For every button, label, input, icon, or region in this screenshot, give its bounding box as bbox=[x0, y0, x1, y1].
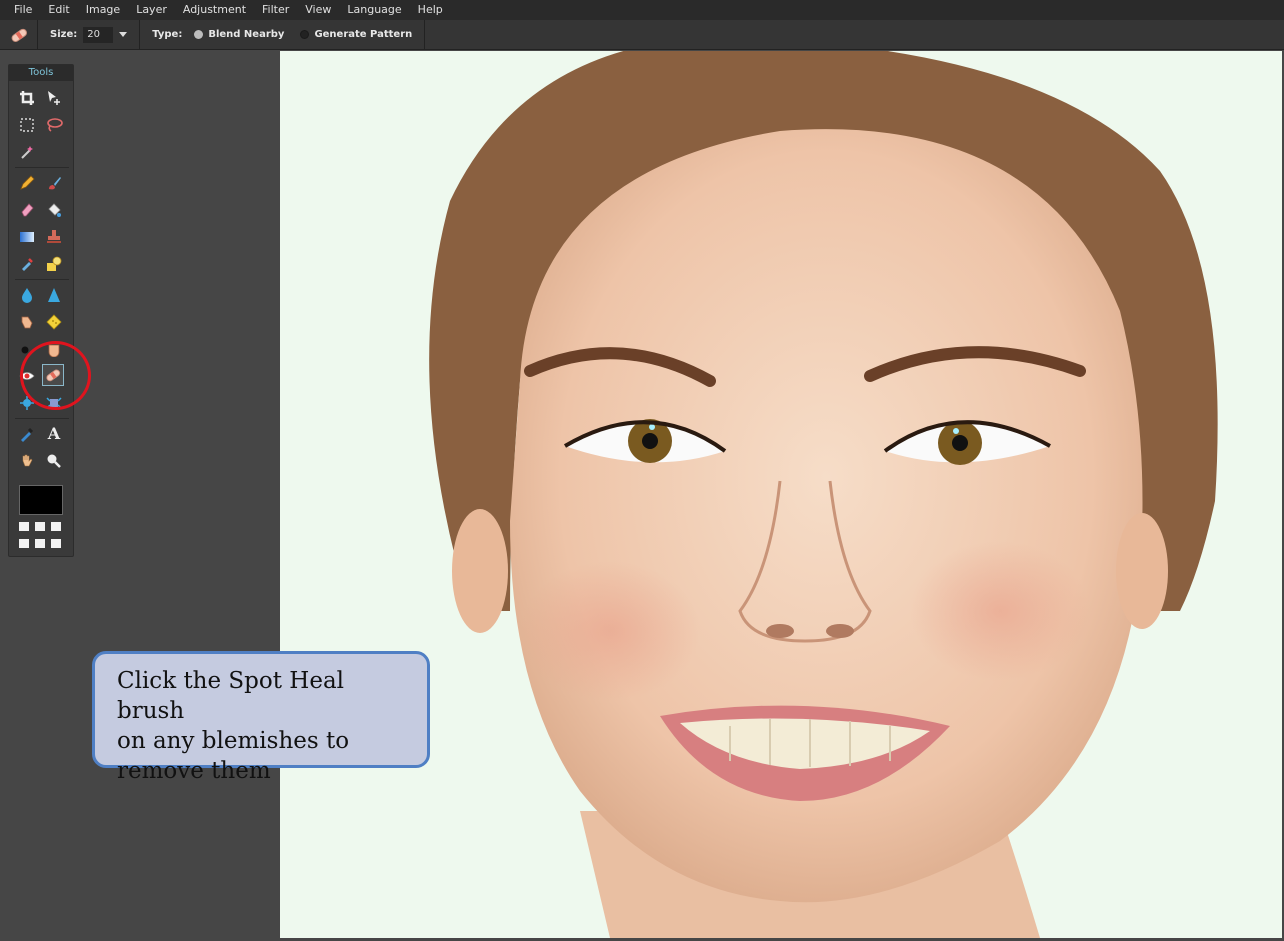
size-control: Size: bbox=[38, 19, 141, 50]
drawing-tool[interactable] bbox=[43, 253, 65, 275]
lasso-icon bbox=[47, 118, 63, 132]
paint-bucket-tool[interactable] bbox=[43, 199, 65, 221]
color-replace-icon bbox=[22, 258, 33, 271]
smudge-tool[interactable] bbox=[16, 311, 38, 333]
text-tool[interactable]: A bbox=[43, 423, 65, 445]
pencil-tool[interactable] bbox=[16, 172, 38, 194]
magic-wand-tool[interactable] bbox=[16, 141, 38, 163]
crop-tool[interactable] bbox=[16, 87, 38, 109]
sponge-tool[interactable] bbox=[43, 311, 65, 333]
pencil-icon bbox=[20, 175, 35, 190]
menu-file[interactable]: File bbox=[6, 0, 40, 20]
crop-icon bbox=[20, 91, 34, 105]
tools-panel-title: Tools bbox=[9, 65, 73, 81]
size-input[interactable] bbox=[83, 26, 114, 43]
size-label: Size: bbox=[50, 29, 78, 40]
foreground-color-swatch[interactable] bbox=[19, 485, 63, 515]
type-label: Type: bbox=[152, 29, 183, 40]
menu-bar: File Edit Image Layer Adjustment Filter … bbox=[0, 0, 1284, 20]
color-picker-tool[interactable] bbox=[16, 423, 38, 445]
blend-nearby-radio[interactable] bbox=[194, 30, 204, 39]
eraser-tool[interactable] bbox=[16, 199, 38, 221]
brush-tool[interactable] bbox=[43, 172, 65, 194]
menu-edit[interactable]: Edit bbox=[40, 0, 77, 20]
color-replace-tool[interactable] bbox=[16, 253, 38, 275]
type-control: Type: Blend Nearby Generate Pattern bbox=[140, 19, 426, 50]
layout-grid-icon[interactable] bbox=[19, 522, 65, 550]
sharpen-tool[interactable] bbox=[43, 284, 65, 306]
brush-icon bbox=[49, 177, 61, 190]
text-a-icon: A bbox=[47, 424, 61, 443]
zoom-tool[interactable] bbox=[43, 450, 65, 472]
menu-adjustment[interactable]: Adjustment bbox=[175, 0, 254, 20]
eyedropper-icon bbox=[21, 427, 34, 442]
menu-view[interactable]: View bbox=[297, 0, 339, 20]
current-tool-icon bbox=[0, 19, 38, 50]
hand-icon bbox=[22, 454, 33, 467]
tool-options-bar: Size: Type: Blend Nearby Generate Patter… bbox=[0, 19, 1284, 50]
portrait-photo bbox=[429, 51, 1218, 938]
magnifier-icon bbox=[47, 454, 61, 468]
callout-line-1: Click the Spot Heal brush bbox=[117, 668, 345, 724]
clone-stamp-icon bbox=[47, 230, 61, 243]
move-tool[interactable] bbox=[43, 87, 65, 109]
callout-line-2: on any blemishes to bbox=[117, 728, 350, 754]
menu-help[interactable]: Help bbox=[410, 0, 451, 20]
lasso-tool[interactable] bbox=[43, 114, 65, 136]
annotation-red-circle bbox=[20, 341, 91, 410]
generate-pattern-radio[interactable] bbox=[300, 30, 310, 39]
eraser-icon bbox=[21, 203, 34, 217]
menu-image[interactable]: Image bbox=[78, 0, 128, 20]
move-icon bbox=[48, 91, 60, 105]
clone-stamp-tool[interactable] bbox=[43, 226, 65, 248]
instruction-callout: Click the Spot Heal brush on any blemish… bbox=[92, 651, 430, 784]
tools-separator bbox=[15, 418, 69, 419]
menu-filter[interactable]: Filter bbox=[254, 0, 297, 20]
gradient-tool[interactable] bbox=[16, 226, 38, 248]
size-dropdown-arrow-icon[interactable] bbox=[119, 32, 128, 37]
sharpen-icon bbox=[48, 288, 60, 302]
gradient-icon bbox=[20, 232, 34, 242]
menu-language[interactable]: Language bbox=[339, 0, 409, 20]
blur-tool[interactable] bbox=[16, 284, 38, 306]
marquee-tool[interactable] bbox=[16, 114, 38, 136]
magic-wand-icon bbox=[21, 146, 33, 159]
menu-layer[interactable]: Layer bbox=[128, 0, 175, 20]
tools-separator bbox=[15, 167, 69, 168]
callout-line-3: remove them bbox=[117, 758, 271, 784]
blend-nearby-label[interactable]: Blend Nearby bbox=[208, 29, 284, 40]
smudge-finger-icon bbox=[21, 316, 33, 329]
blur-drop-icon bbox=[22, 288, 32, 303]
image-canvas[interactable] bbox=[280, 51, 1282, 938]
paint-bucket-icon bbox=[48, 203, 61, 217]
sponge-icon bbox=[46, 314, 62, 330]
drawing-icon bbox=[47, 256, 62, 271]
marquee-icon bbox=[20, 118, 34, 132]
hand-tool[interactable] bbox=[16, 450, 38, 472]
tools-separator bbox=[15, 279, 69, 280]
generate-pattern-label[interactable]: Generate Pattern bbox=[314, 29, 412, 40]
tools-panel: Tools A bbox=[8, 64, 74, 557]
